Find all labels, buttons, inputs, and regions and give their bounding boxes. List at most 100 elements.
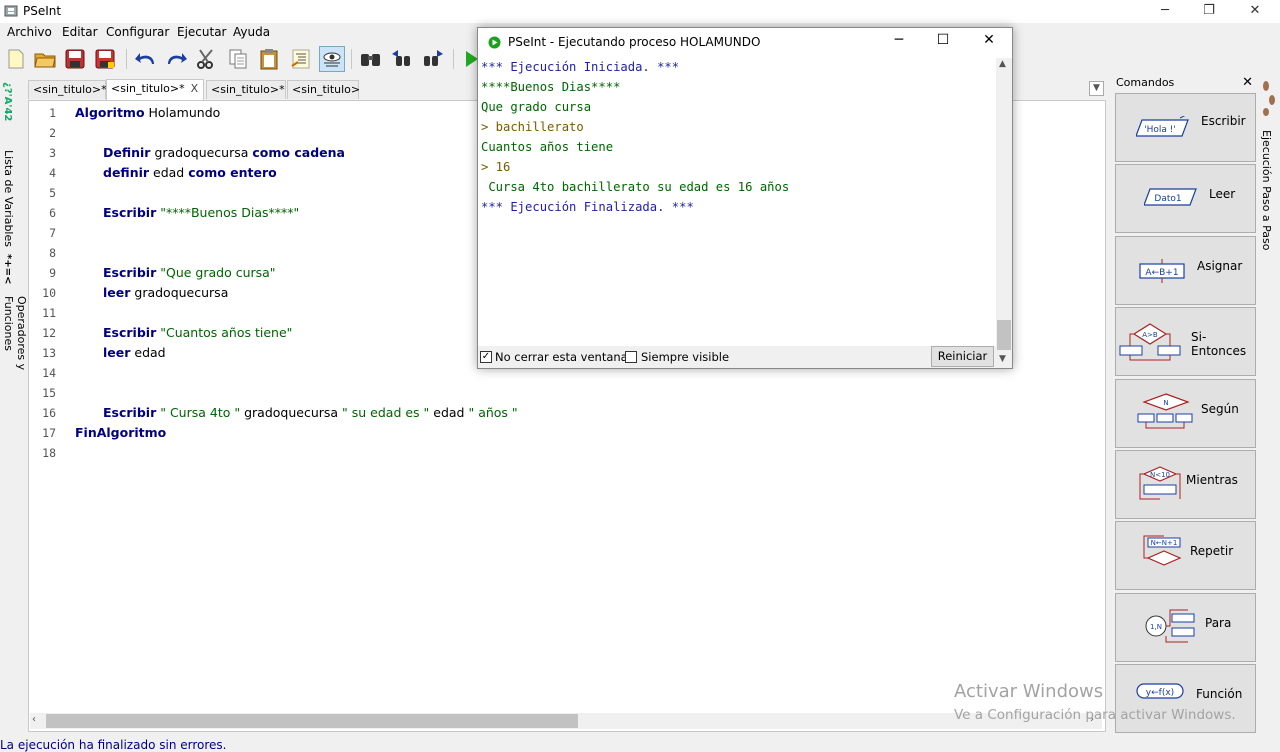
string-token: " Cursa 4to " <box>160 405 241 420</box>
status-message: La ejecución ha finalizado sin errores. <box>0 738 227 752</box>
line-number: 18 <box>42 446 56 460</box>
left-side-panel: ¿?'A'42 Lista de Variables *+=< Operador… <box>0 78 28 428</box>
svg-text:A>B: A>B <box>1142 331 1158 339</box>
keyword-token: Definir <box>103 145 151 160</box>
app-title: PSeInt <box>23 4 62 18</box>
command-repetir-button[interactable]: N←N+1 Repetir <box>1115 521 1256 591</box>
scroll-down-icon[interactable]: ▼ <box>999 354 1006 364</box>
line-number: 2 <box>49 126 56 140</box>
save-icon[interactable] <box>62 46 88 72</box>
console-line: Que grado cursa <box>481 100 592 114</box>
identifier-token: gradoquecursa <box>150 145 253 160</box>
command-para-button[interactable]: 1,N Para <box>1115 592 1256 662</box>
menu-configurar[interactable]: Configurar <box>106 25 169 39</box>
keyword-token: Algoritmo <box>75 105 145 120</box>
siempre-visible-label[interactable]: Siempre visible <box>641 350 729 364</box>
code-text: leer edad <box>103 345 166 360</box>
tab-close-icon[interactable]: X <box>191 82 199 95</box>
keyword-token: FinAlgoritmo <box>75 425 167 440</box>
save-as-icon[interactable] <box>92 46 118 72</box>
horizontal-scroll-thumb[interactable] <box>46 714 578 728</box>
undo-icon[interactable] <box>133 46 159 72</box>
console-vertical-scrollbar[interactable]: ▲ ▼ <box>996 58 1012 368</box>
exec-maximize-icon[interactable]: ☐ <box>928 32 958 52</box>
code-text: FinAlgoritmo <box>75 425 166 440</box>
command-label: Leer <box>1209 187 1236 202</box>
scroll-up-icon[interactable]: ▲ <box>999 59 1006 69</box>
line-number: 13 <box>42 346 56 360</box>
command-mientras-button[interactable]: N<10 Mientras <box>1115 450 1256 519</box>
code-line[interactable]: 16 Escribir " Cursa 4to " gradoquecursa "… <box>29 403 1099 423</box>
new-file-icon[interactable] <box>3 46 29 72</box>
no-cerrar-label[interactable]: No cerrar esta ventana <box>495 350 628 364</box>
command-si-entonces-button[interactable]: A>B Si-Entonces <box>1115 307 1256 377</box>
tab-label: <sin_titulo>* <box>111 82 185 95</box>
tab-step-by-step[interactable]: Ejecución Paso a Paso <box>1260 130 1273 251</box>
string-token: " años " <box>468 405 518 420</box>
find-previous-icon[interactable] <box>389 46 415 72</box>
tab-variables-list[interactable]: Lista de Variables <box>2 150 15 247</box>
command-label: Si-Entonces <box>1191 330 1247 359</box>
tab-label: <sin_titulo> <box>292 83 361 96</box>
string-token: "****Buenos Dias****" <box>160 205 300 220</box>
tab-sin-titulo-1[interactable]: <sin_titulo>* <box>28 80 107 99</box>
code-text: Escribir "Que grado cursa" <box>103 265 276 280</box>
command-seg-n-button[interactable]: N Según <box>1115 378 1256 448</box>
console-line: *** Ejecución Iniciada. *** <box>481 60 680 74</box>
copy-icon[interactable] <box>225 46 251 72</box>
no-cerrar-checkbox[interactable]: ✓ <box>480 351 492 363</box>
console-scroll-thumb[interactable] <box>997 320 1011 350</box>
horizontal-scrollbar[interactable]: ‹ › <box>30 713 1102 729</box>
code-line[interactable]: 15 <box>29 383 1099 403</box>
siempre-visible-checkbox[interactable] <box>625 351 637 363</box>
menu-archivo[interactable]: Archivo <box>7 25 52 39</box>
close-icon[interactable]: ✕ <box>1232 0 1278 23</box>
menu-ayuda[interactable]: Ayuda <box>233 25 270 39</box>
keyword-token: Escribir <box>103 405 157 420</box>
code-text: Algoritmo Holamundo <box>75 105 220 120</box>
restore-icon[interactable]: ❐ <box>1186 0 1232 23</box>
command-asignar-button[interactable]: A←B+1 Asignar <box>1115 235 1256 305</box>
open-folder-icon[interactable] <box>32 46 58 72</box>
indent-icon[interactable] <box>288 46 314 72</box>
code-text: definir edad como entero <box>103 165 277 180</box>
identifier-token: gradoquecursa <box>130 285 229 300</box>
paste-icon[interactable] <box>256 46 282 72</box>
menu-ejecutar[interactable]: Ejecutar <box>177 25 227 39</box>
commands-close-icon[interactable]: ✕ <box>1242 75 1253 90</box>
console-line: Cursa 4to bachillerato su edad es 16 año… <box>481 180 790 194</box>
identifier-token: edad <box>429 405 469 420</box>
svg-text:'Hola !': 'Hola !' <box>1144 125 1176 135</box>
cut-icon[interactable] <box>193 46 219 72</box>
tab-operators-functions[interactable]: Operadores y Funciones <box>2 296 28 428</box>
command-label: Mientras <box>1186 473 1238 487</box>
keyword-token: como entero <box>188 165 277 180</box>
command-escribir-button[interactable]: 'Hola !' Escribir <box>1115 93 1256 162</box>
console-line: ****Buenos Dias**** <box>481 80 621 94</box>
line-number: 8 <box>49 246 56 260</box>
code-line[interactable]: 17 FinAlgoritmo <box>29 423 1099 443</box>
redo-icon[interactable] <box>163 46 189 72</box>
minimize-icon[interactable]: ─ <box>1142 0 1188 23</box>
line-number: 9 <box>49 266 56 280</box>
search-icon[interactable] <box>358 46 384 72</box>
activation-watermark-text: Ve a Configuración para activar Windows. <box>954 707 1236 723</box>
inspect-icon[interactable] <box>319 46 345 72</box>
command-leer-button[interactable]: Dato1 Leer <box>1115 164 1256 234</box>
keyword-token: Escribir <box>103 205 157 220</box>
svg-text:N←N+1: N←N+1 <box>1151 539 1178 547</box>
tabs-dropdown-icon[interactable]: ▼ <box>1089 81 1104 96</box>
menu-editar[interactable]: Editar <box>62 25 98 39</box>
console-line: > bachillerato <box>481 120 584 134</box>
code-line[interactable]: 18 <box>29 443 1099 463</box>
tab-sin-titulo-3[interactable]: <sin_titulo>* <box>206 80 286 99</box>
exec-minimize-icon[interactable]: ─ <box>884 32 914 52</box>
tab-sin-titulo-2[interactable]: <sin_titulo>* X <box>106 79 204 100</box>
find-next-icon[interactable] <box>420 46 446 72</box>
right-side-panel: Ejecución Paso a Paso <box>1258 78 1280 278</box>
exec-close-icon[interactable]: ✕ <box>974 32 1004 52</box>
reiniciar-button[interactable]: Reiniciar <box>931 346 994 367</box>
scroll-left-icon[interactable]: ‹ <box>32 714 36 725</box>
tab-sin-titulo-4[interactable]: <sin_titulo> <box>287 80 361 99</box>
console-output[interactable]: *** Ejecución Iniciada. *** ****Buenos Di… <box>478 58 996 346</box>
